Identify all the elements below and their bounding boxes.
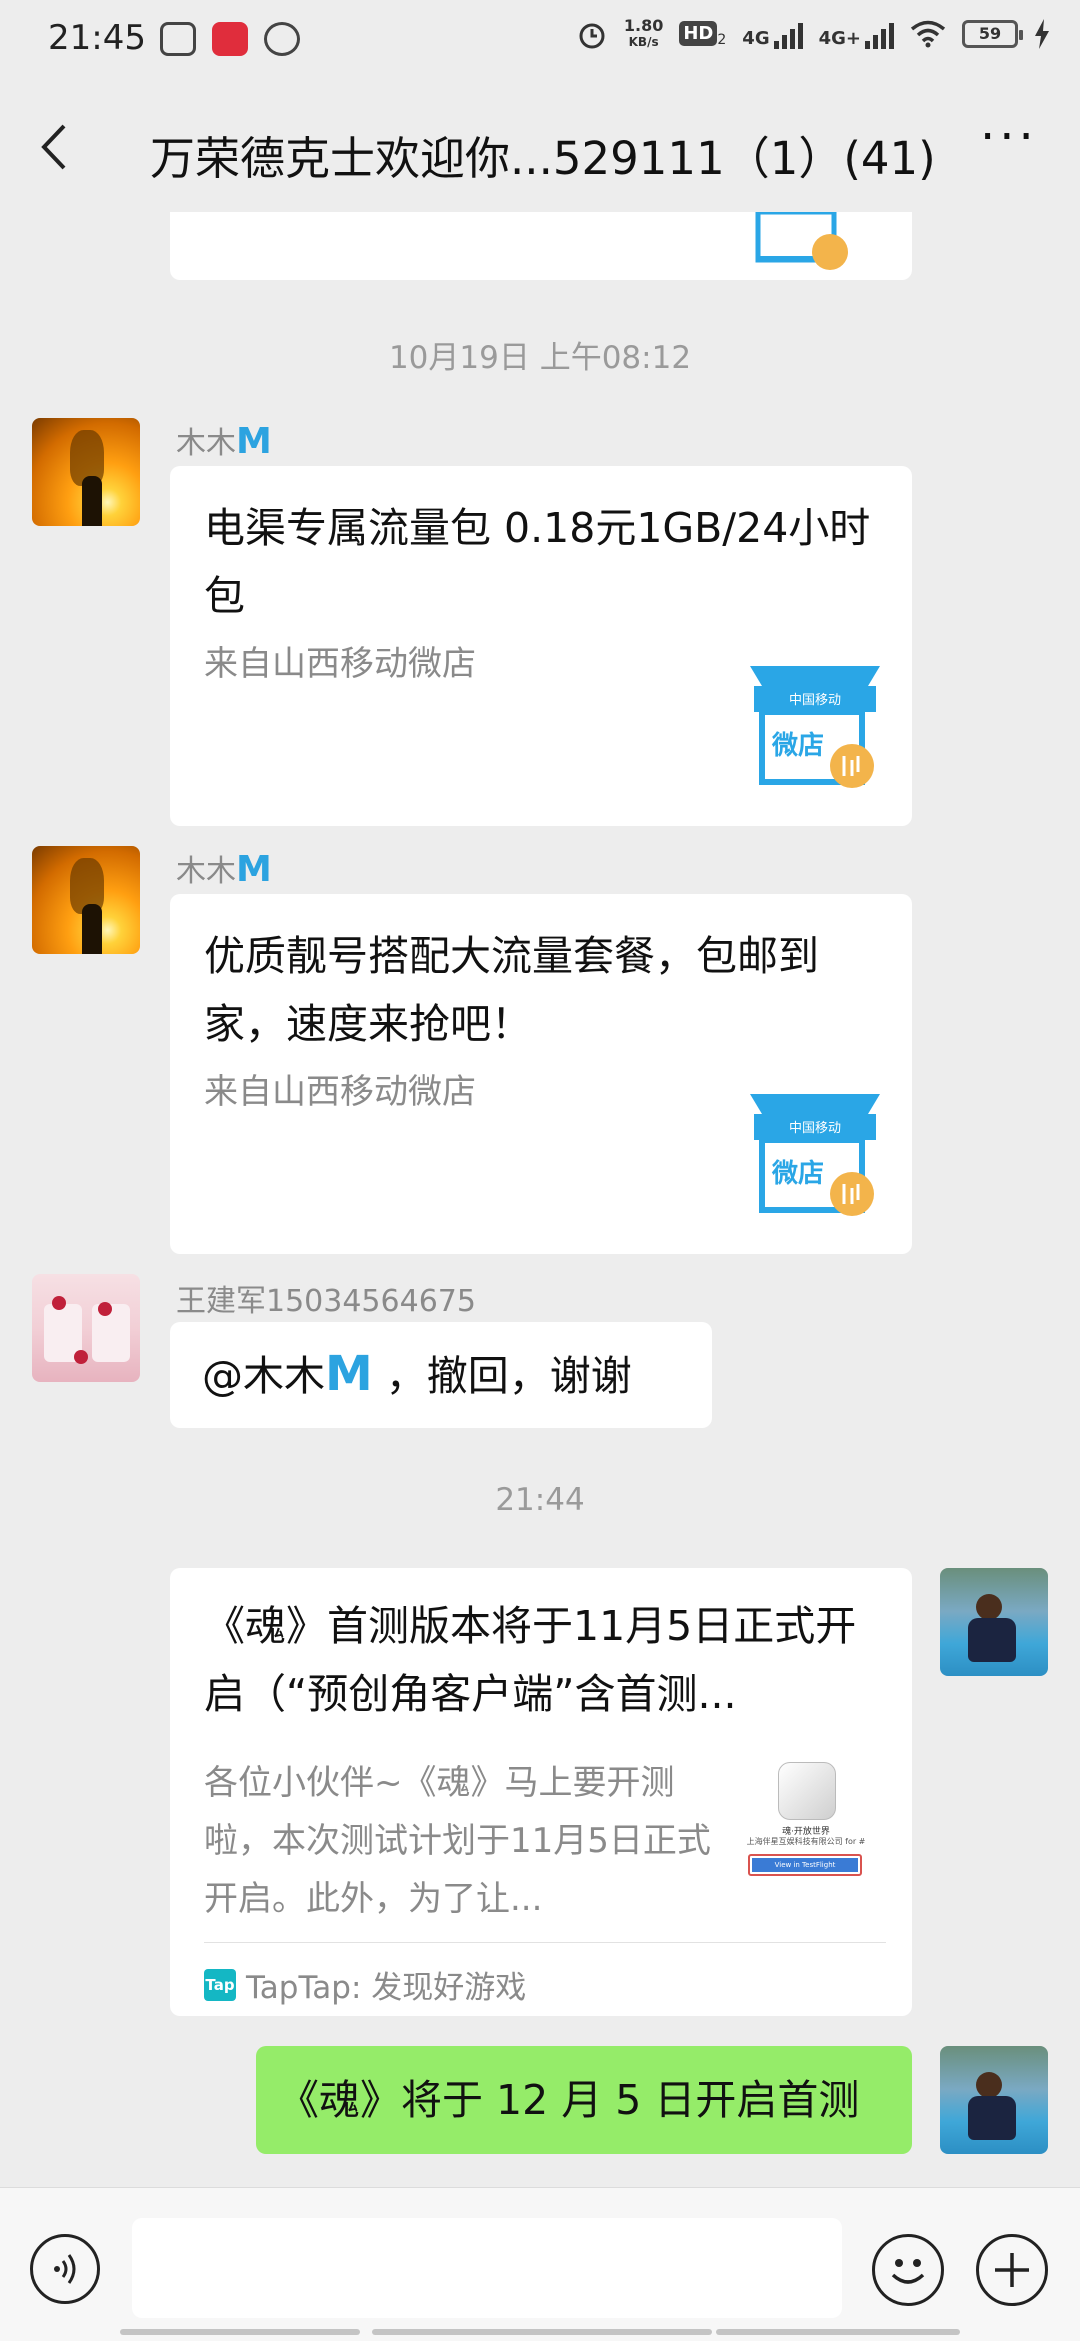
nav-bar-segment xyxy=(120,2329,360,2335)
chat-title: 万荣德克士欢迎你...529111（1）(41) xyxy=(150,132,936,185)
sender-name: 木木M xyxy=(176,421,272,462)
brand-text: 中国移动 xyxy=(789,1121,841,1136)
voice-icon xyxy=(54,2254,76,2284)
text-message[interactable]: @木木M ，撤回，谢谢 xyxy=(170,1322,712,1428)
message-card[interactable]: 优质靓号搭配大流量套餐，包邮到家，速度来抢吧！ 来自山西移动微店 中国移动 微店 xyxy=(170,894,912,1254)
link-card[interactable]: 《魂》首测版本将于11月5日正式开启（“预创角客户端”含首测... 各位小伙伴~… xyxy=(170,1568,912,2016)
brand-text: 中国移动 xyxy=(789,693,841,708)
signal-2: 4G+ xyxy=(819,19,894,49)
sender-name: 王建军15034564675 xyxy=(176,1284,476,1319)
signal-bars-icon xyxy=(773,19,803,49)
battery-icon: 59 xyxy=(962,20,1023,48)
link-description: 各位小伙伴~《魂》马上要开测啦，本次测试计划于11月5日正式开启。此外，为了让.… xyxy=(204,1763,711,1919)
wei-dian-text: 微店 xyxy=(771,730,824,761)
message-card-partial[interactable] xyxy=(170,212,912,280)
chat-messages: 10月19日 上午08:12 木木M 电渠专属流量包 0.18元1GB/24小时… xyxy=(0,212,1080,2187)
avatar[interactable] xyxy=(32,1274,140,1382)
message-input[interactable] xyxy=(132,2218,842,2318)
status-time: 21:45 xyxy=(48,18,146,58)
hd-icon: HD 2 xyxy=(679,20,726,48)
card-title: 电渠专属流量包 0.18元1GB/24小时包 xyxy=(204,504,871,620)
data-saver-icon xyxy=(264,22,300,56)
thumb-line-2: 上海伴星互娱科技有限公司 for # xyxy=(746,1837,866,1846)
status-bar: 21:45 1.80 KB/s HD 2 4G 4G+ 59 xyxy=(0,0,1080,82)
avatar[interactable] xyxy=(940,2046,1048,2154)
wei-dian-logo-icon: 中国移动 微店 xyxy=(750,666,880,788)
signal-bars-icon xyxy=(865,19,894,49)
avatar[interactable] xyxy=(940,1568,1048,1676)
app-notification-icon xyxy=(212,22,248,56)
more-options-icon[interactable]: ··· xyxy=(980,113,1040,172)
avatar[interactable] xyxy=(32,846,140,954)
net-speed: 1.80 KB/s xyxy=(623,16,664,50)
message-card[interactable]: 电渠专属流量包 0.18元1GB/24小时包 来自山西移动微店 中国移动 微店 xyxy=(170,466,912,826)
more-actions-button[interactable] xyxy=(976,2234,1048,2306)
charging-icon xyxy=(1035,19,1049,49)
sender-name: 木木M xyxy=(176,849,272,890)
timestamp: 21:44 xyxy=(495,1482,585,1518)
back-arrow-icon[interactable] xyxy=(36,122,76,172)
link-source: Tap TapTap: 发现好游戏 xyxy=(204,1968,527,2006)
taptap-icon: Tap xyxy=(204,1968,236,2001)
nav-bar-segment xyxy=(716,2329,960,2335)
nav-bar-segment xyxy=(372,2329,712,2335)
emoji-icon xyxy=(891,2259,925,2284)
chat-header: 万荣德克士欢迎你...529111（1）(41) ··· xyxy=(0,82,1080,212)
voice-input-button[interactable] xyxy=(30,2234,100,2304)
plus-icon xyxy=(995,2253,1029,2287)
signal-1: 4G xyxy=(742,19,803,49)
divider xyxy=(204,1942,886,1943)
card-title: 优质靓号搭配大流量套餐，包邮到家，速度来抢吧！ xyxy=(204,932,819,1048)
link-thumbnail: 魂·开放世界 上海伴星互娱科技有限公司 for # View in TestFl… xyxy=(736,1754,876,1904)
wei-dian-logo-icon: 中国移动 微店 xyxy=(750,1094,880,1216)
emoji-button[interactable] xyxy=(872,2234,944,2306)
app-logo-icon xyxy=(778,1762,836,1820)
timestamp: 10月19日 上午08:12 xyxy=(388,340,692,376)
input-bar xyxy=(0,2187,1080,2341)
alarm-icon xyxy=(579,23,605,49)
notification-icon xyxy=(160,22,196,56)
thumb-button: View in TestFlight xyxy=(748,1854,862,1876)
wifi-icon xyxy=(910,20,946,48)
wei-dian-text: 微店 xyxy=(771,1158,824,1189)
card-title: 《魂》首测版本将于11月5日正式开启（“预创角客户端”含首测... xyxy=(204,1602,857,1718)
wei-dian-logo-icon xyxy=(755,212,848,270)
avatar[interactable] xyxy=(32,418,140,526)
text-message[interactable]: 《魂》将于 12 月 5 日开启首测 xyxy=(256,2046,912,2154)
